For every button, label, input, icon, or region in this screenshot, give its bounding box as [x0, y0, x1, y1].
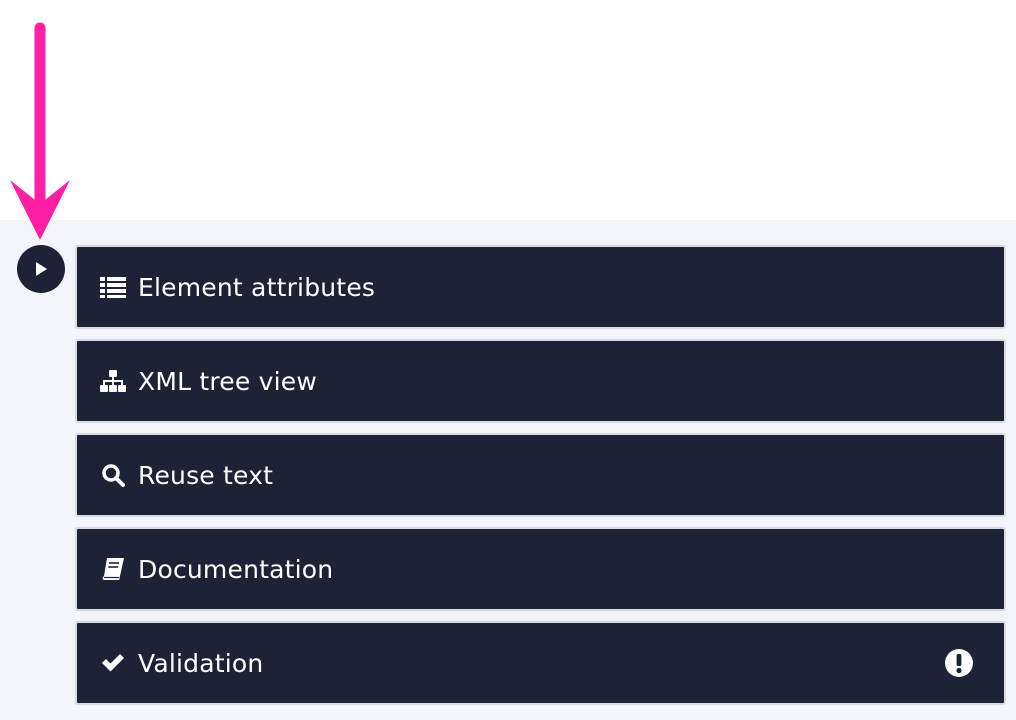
check-icon [100, 650, 126, 676]
panel-validation[interactable]: Validation [75, 621, 1006, 705]
panel-label: Element attributes [138, 272, 376, 302]
panel-label: Validation [138, 648, 264, 678]
panel-label: XML tree view [138, 366, 317, 396]
expand-panels-button[interactable] [17, 245, 65, 293]
top-blank-area [0, 0, 1016, 220]
panel-list: Element attributes XML tree view Reuse t… [75, 245, 1006, 715]
book-icon [100, 556, 126, 582]
panel-element-attributes[interactable]: Element attributes [75, 245, 1006, 329]
list-icon [100, 274, 126, 300]
sitemap-icon [100, 368, 126, 394]
panel-xml-tree-view[interactable]: XML tree view [75, 339, 1006, 423]
panel-label: Documentation [138, 554, 334, 584]
panel-label: Reuse text [138, 460, 274, 490]
panel-reuse-text[interactable]: Reuse text [75, 433, 1006, 517]
panel-documentation[interactable]: Documentation [75, 527, 1006, 611]
play-icon [36, 262, 47, 276]
down-arrow-icon [10, 22, 70, 240]
exclamation-circle-icon [944, 648, 974, 678]
search-icon [100, 462, 126, 488]
